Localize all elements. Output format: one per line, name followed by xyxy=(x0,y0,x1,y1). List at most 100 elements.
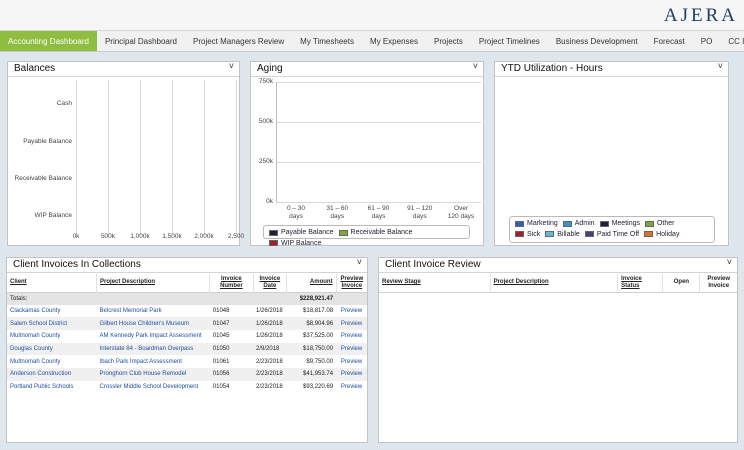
client-link[interactable]: Douglas County xyxy=(7,342,97,356)
project-link[interactable]: Interstate 84 - Boardman Overpass xyxy=(96,342,210,356)
col-client[interactable]: Client xyxy=(7,274,98,292)
tab-my-timesheets[interactable]: My Timesheets xyxy=(292,31,362,51)
col-review-preview[interactable]: Preview Invoice xyxy=(700,274,737,292)
invoice-number: 01056 xyxy=(209,368,254,381)
preview-link[interactable]: Preview xyxy=(336,342,367,356)
collapse-icon[interactable]: ˅ xyxy=(229,61,234,71)
tab-principal-dashboard[interactable]: Principal Dashboard xyxy=(97,31,185,51)
client-link[interactable]: Clackamas County xyxy=(7,305,97,318)
tab-project-timelines[interactable]: Project Timelines xyxy=(471,31,548,51)
balances-x-tick: 1,000k xyxy=(130,233,150,240)
col-review-stage[interactable]: Review Stage xyxy=(379,274,491,292)
legend-item[interactable]: Billable xyxy=(545,230,580,239)
tab-forecast[interactable]: Forecast xyxy=(646,31,693,51)
collapse-icon[interactable]: ˅ xyxy=(727,257,732,267)
legend-swatch xyxy=(562,220,572,227)
legend-swatch xyxy=(584,231,594,237)
project-link[interactable]: Pronghorn Club House Remodel xyxy=(96,368,210,381)
tab-projects[interactable]: Projects xyxy=(426,31,471,51)
aging-header: Aging ˅ xyxy=(251,61,483,77)
app-header: AJERA xyxy=(0,0,744,31)
aging-y-tick: 750k xyxy=(258,78,273,85)
col-invoice-number[interactable]: Invoice Number xyxy=(209,274,254,292)
collapse-icon[interactable]: ˅ xyxy=(357,257,362,267)
tab-my-expenses[interactable]: My Expenses xyxy=(362,31,426,51)
invoice-amount: $41,953.74 xyxy=(286,368,337,381)
legend-swatch xyxy=(338,229,348,236)
review-panel: Client Invoice Review ˅ Review Stage Pro… xyxy=(378,257,738,443)
utilization-title: YTD Utilization - Hours xyxy=(501,63,603,74)
collections-title: Client Invoices In Collections xyxy=(13,259,141,270)
legend-item[interactable]: Other xyxy=(644,219,675,228)
review-title: Client Invoice Review xyxy=(385,259,481,270)
preview-link[interactable]: Preview xyxy=(336,305,367,318)
collections-panel: Client Invoices In Collections ˅ Client … xyxy=(6,257,368,443)
preview-link[interactable]: Preview xyxy=(336,317,367,331)
legend-swatch xyxy=(515,220,524,227)
legend-item[interactable]: Receivable Balance xyxy=(338,228,412,237)
preview-link[interactable]: Preview xyxy=(336,330,367,343)
preview-link[interactable]: Preview xyxy=(336,355,367,368)
col-review-project[interactable]: Project Description xyxy=(490,274,619,292)
tab-po[interactable]: PO xyxy=(693,31,721,51)
legend-label: WIP Balance xyxy=(281,239,322,247)
legend-label: Holiday xyxy=(656,230,680,238)
legend-item[interactable]: Admin xyxy=(562,219,595,228)
aging-x-tick: 91 – 120 days xyxy=(407,205,433,220)
tab-accounting-dashboard[interactable]: Accounting Dashboard xyxy=(0,31,97,51)
client-link[interactable]: Anderson Construction xyxy=(7,368,97,381)
col-invoice-date[interactable]: Invoice Date xyxy=(253,274,288,292)
legend-item[interactable]: Holiday xyxy=(644,230,679,239)
legend-item[interactable]: Sick xyxy=(515,230,540,239)
project-link[interactable]: Belcrest Memorial Park xyxy=(97,305,210,318)
y-axis xyxy=(276,82,277,202)
balances-x-tick: 2,000k xyxy=(194,233,214,240)
ajera-logo: AJERA xyxy=(663,5,738,26)
utilization-panel: YTD Utilization - Hours ˅ Marketing Admin… xyxy=(494,61,729,246)
client-link[interactable]: Multnomah County xyxy=(7,355,97,368)
col-preview[interactable]: Preview Invoice xyxy=(336,274,367,292)
table-row: Multnomah County Ibach Park Impact Assess… xyxy=(7,355,367,368)
collections-table: Client Project Description Invoice Number… xyxy=(7,274,367,394)
collapse-icon[interactable]: ˅ xyxy=(718,61,723,71)
client-link[interactable]: Salem School District xyxy=(7,317,97,331)
tab-cc-import[interactable]: CC Import xyxy=(720,31,744,51)
balances-x-tick: 500k xyxy=(100,233,116,240)
project-link[interactable]: Gilbert House Children's Museum xyxy=(96,317,210,331)
col-project[interactable]: Project Description xyxy=(96,274,211,292)
preview-link[interactable]: Preview xyxy=(336,381,367,394)
legend-item[interactable]: Marketing xyxy=(515,219,558,228)
aging-legend: Payable Balance Receivable Balance WIP Bal… xyxy=(263,225,470,247)
legend-item[interactable]: Payable Balance xyxy=(269,228,334,237)
invoice-amount: $9,750.00 xyxy=(306,358,334,365)
legend-label: Paid Time Off xyxy=(596,230,640,238)
legend-swatch xyxy=(515,231,524,237)
project-link[interactable]: AM Kennedy Park Impact Assessment xyxy=(97,330,210,343)
tab-business-development[interactable]: Business Development xyxy=(548,31,646,51)
col-open[interactable]: Open xyxy=(662,274,701,292)
gridline xyxy=(276,162,481,163)
invoice-amount: $8,904.96 xyxy=(286,317,337,331)
invoice-date: 1/26/2018 xyxy=(253,317,287,331)
main-nav: Accounting Dashboard Principal Dashboard P… xyxy=(0,31,744,52)
col-invoice-status[interactable]: Invoice Status xyxy=(617,274,664,292)
aging-y-tick: 500k xyxy=(258,118,273,125)
legend-item[interactable]: WIP Balance xyxy=(269,239,321,248)
aging-x-tick: 31 – 60 days xyxy=(326,205,349,220)
project-link[interactable]: Ibach Park Impact Assessment xyxy=(97,355,210,368)
collapse-icon[interactable]: ˅ xyxy=(473,61,478,71)
client-link[interactable]: Multnomah County xyxy=(7,330,97,343)
legend-swatch xyxy=(644,220,654,227)
project-link[interactable]: Crossler Middle School Development xyxy=(97,381,210,394)
legend-swatch xyxy=(644,231,654,237)
gridline xyxy=(236,80,237,235)
invoice-date: 1/26/2018 xyxy=(256,308,283,315)
legend-item[interactable]: Meetings xyxy=(599,219,640,228)
table-row: Anderson Construction Pronghorn Club Hous… xyxy=(7,368,367,381)
preview-link[interactable]: Preview xyxy=(336,368,367,381)
invoice-amount: $18,750.00 xyxy=(286,342,337,356)
client-link[interactable]: Portland Public Schools xyxy=(7,381,97,394)
tab-project-managers-review[interactable]: Project Managers Review xyxy=(185,31,292,51)
col-amount[interactable]: Amount xyxy=(286,274,337,292)
legend-item[interactable]: Paid Time Off xyxy=(584,230,640,239)
